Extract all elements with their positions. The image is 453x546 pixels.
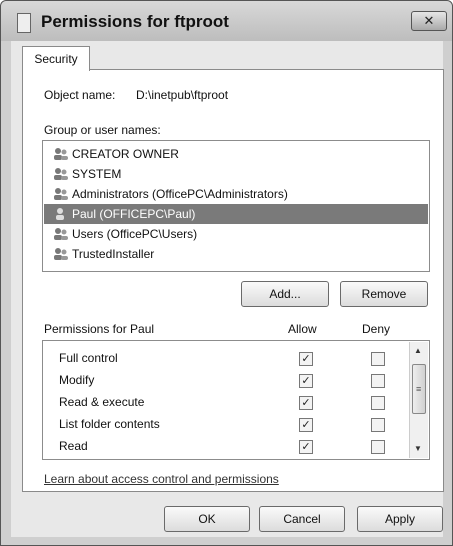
list-item-label: Paul (OFFICEPC\Paul)	[72, 207, 196, 221]
group-names-label: Group or user names:	[44, 123, 161, 137]
access-control-help-link[interactable]: Learn about access control and permissio…	[44, 472, 279, 486]
list-item-system[interactable]: SYSTEM	[44, 164, 428, 184]
allow-checkbox[interactable]: ✓	[299, 418, 313, 432]
list-item-administrators[interactable]: Administrators (OfficePC\Administrators)	[44, 184, 428, 204]
users-icon	[54, 168, 68, 180]
deny-checkbox[interactable]	[371, 374, 385, 388]
permission-row-full-control: Full control ✓	[43, 347, 403, 369]
allow-checkbox[interactable]: ✓	[299, 440, 313, 454]
title-bar: Permissions for ftproot ✕	[1, 1, 452, 41]
list-item-trustedinstaller[interactable]: TrustedInstaller	[44, 244, 428, 264]
deny-checkbox[interactable]	[371, 418, 385, 432]
remove-button[interactable]: Remove	[340, 281, 428, 307]
deny-checkbox[interactable]	[371, 440, 385, 454]
allow-checkbox[interactable]: ✓	[299, 396, 313, 410]
deny-checkbox[interactable]	[371, 396, 385, 410]
cancel-button[interactable]: Cancel	[259, 506, 345, 532]
object-name-label: Object name:	[44, 88, 116, 102]
folder-icon	[17, 13, 31, 33]
permission-name: Read & execute	[59, 395, 145, 409]
allow-checkbox[interactable]: ✓	[299, 352, 313, 366]
group-user-list[interactable]: CREATOR OWNER SYSTEM Administrators (Off…	[42, 140, 430, 272]
user-icon	[56, 208, 64, 220]
permission-row-read: Read ✓	[43, 435, 403, 457]
deny-checkbox[interactable]	[371, 352, 385, 366]
deny-column-header: Deny	[362, 322, 391, 336]
list-item-label: Users (OfficePC\Users)	[72, 227, 198, 241]
scrollbar-thumb[interactable]: ≡	[412, 364, 426, 414]
users-icon	[54, 188, 68, 200]
list-item-creator-owner[interactable]: CREATOR OWNER	[44, 144, 428, 164]
permission-name: Read	[59, 439, 88, 453]
permission-name: List folder contents	[59, 417, 160, 431]
apply-button[interactable]: Apply	[357, 506, 443, 532]
list-item-paul[interactable]: Paul (OFFICEPC\Paul)	[44, 204, 428, 224]
list-item-label: CREATOR OWNER	[72, 147, 179, 161]
list-item-label: Administrators (OfficePC\Administrators)	[72, 187, 288, 201]
users-icon	[54, 228, 68, 240]
permissions-header: Permissions for Paul	[44, 322, 155, 336]
users-icon	[54, 248, 68, 260]
allow-column-header: Allow	[288, 322, 317, 336]
tab-security[interactable]: Security	[22, 46, 90, 71]
users-icon	[54, 148, 68, 160]
list-item-label: TrustedInstaller	[72, 247, 155, 261]
permission-row-read-execute: Read & execute ✓	[43, 391, 403, 413]
add-button[interactable]: Add...	[241, 281, 329, 307]
ok-button[interactable]: OK	[164, 506, 250, 532]
grip-icon: ≡	[416, 384, 422, 394]
close-button[interactable]: ✕	[411, 11, 447, 31]
permission-row-list-folder-contents: List folder contents ✓	[43, 413, 403, 435]
dialog-title: Permissions for ftproot	[41, 12, 229, 31]
list-item-label: SYSTEM	[72, 167, 122, 181]
permissions-list: Full control ✓ Modify ✓ Read & execute ✓…	[42, 340, 430, 460]
object-name-value: D:\inetpub\ftproot	[136, 88, 229, 102]
permission-name: Full control	[59, 351, 118, 365]
scroll-up-arrow-icon[interactable]: ▲	[414, 346, 422, 355]
scroll-down-arrow-icon[interactable]: ▼	[414, 444, 422, 453]
permissions-scrollbar[interactable]: ▲ ≡ ▼	[409, 342, 428, 458]
permission-row-modify: Modify ✓	[43, 369, 403, 391]
permission-name: Modify	[59, 373, 95, 387]
allow-checkbox[interactable]: ✓	[299, 374, 313, 388]
list-item-users[interactable]: Users (OfficePC\Users)	[44, 224, 428, 244]
